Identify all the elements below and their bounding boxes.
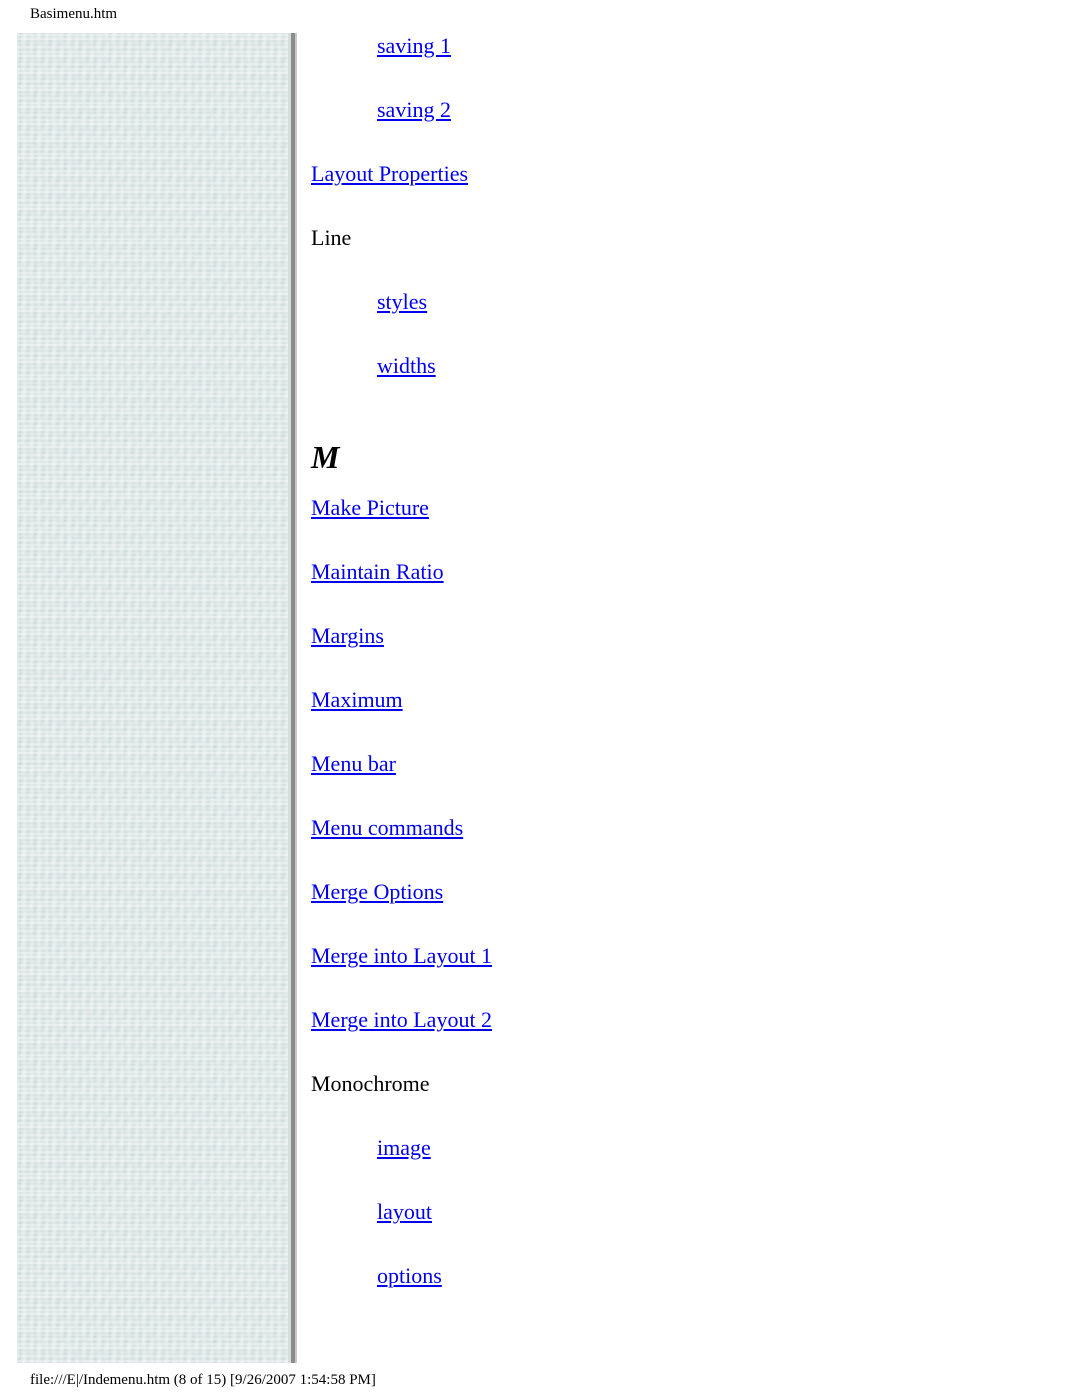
- index-entry-label: Line: [311, 225, 352, 250]
- index-entry-list: saving 1 saving 2 Layout Properties Line sty…: [311, 33, 1011, 1327]
- index-entry-monochrome: Monochrome: [311, 1071, 1011, 1135]
- index-entry-label[interactable]: Make Picture: [311, 495, 429, 520]
- index-entry-label: Monochrome: [311, 1071, 430, 1096]
- index-entry-label[interactable]: layout: [377, 1199, 432, 1224]
- page-header-filename: Basimenu.htm: [30, 6, 118, 22]
- index-entry-saving-1[interactable]: saving 1: [311, 33, 1011, 97]
- index-entry-label[interactable]: Maintain Ratio: [311, 559, 444, 584]
- decorative-texture-strip: [17, 33, 288, 1363]
- index-entry-label[interactable]: styles: [377, 289, 427, 314]
- index-entry-label[interactable]: Merge Options: [311, 879, 443, 904]
- index-entry-label[interactable]: widths: [377, 353, 436, 378]
- index-entry-label[interactable]: saving 1: [377, 33, 451, 58]
- page-footer-path: file:///E|/Indemenu.htm (8 of 15) [9/26/…: [30, 1372, 376, 1388]
- index-entry-label[interactable]: Merge into Layout 2: [311, 1007, 492, 1032]
- index-entry-label[interactable]: Merge into Layout 1: [311, 943, 492, 968]
- index-entry-widths[interactable]: widths: [311, 353, 1011, 417]
- index-entry-label[interactable]: saving 2: [377, 97, 451, 122]
- index-entry-menu-bar[interactable]: Menu bar: [311, 751, 1011, 815]
- index-entry-line: Line: [311, 225, 1011, 289]
- index-entry-layout[interactable]: layout: [311, 1199, 1011, 1263]
- index-letter-heading: M: [311, 439, 340, 475]
- index-entry-options[interactable]: options: [311, 1263, 1011, 1327]
- index-entry-merge-into-layout-1[interactable]: Merge into Layout 1: [311, 943, 1011, 1007]
- index-entry-label[interactable]: Menu bar: [311, 751, 396, 776]
- index-entry-label[interactable]: Maximum: [311, 687, 403, 712]
- index-entry-layout-properties[interactable]: Layout Properties: [311, 161, 1011, 225]
- index-entry-margins[interactable]: Margins: [311, 623, 1011, 687]
- index-group-before-heading: saving 1 saving 2 Layout Properties Line sty…: [311, 33, 1011, 417]
- index-entry-merge-into-layout-2[interactable]: Merge into Layout 2: [311, 1007, 1011, 1071]
- index-entry-menu-commands[interactable]: Menu commands: [311, 815, 1011, 879]
- index-entry-label[interactable]: image: [377, 1135, 431, 1160]
- index-entry-saving-2[interactable]: saving 2: [311, 97, 1011, 161]
- index-entry-image[interactable]: image: [311, 1135, 1011, 1199]
- index-entry-styles[interactable]: styles: [311, 289, 1011, 353]
- index-group-after-heading: Make Picture Maintain Ratio Margins Maximum…: [311, 495, 1011, 1327]
- decorative-strip-border: [288, 33, 297, 1363]
- index-entry-maintain-ratio[interactable]: Maintain Ratio: [311, 559, 1011, 623]
- index-entry-maximum[interactable]: Maximum: [311, 687, 1011, 751]
- index-entry-make-picture[interactable]: Make Picture: [311, 495, 1011, 559]
- index-entry-label[interactable]: Layout Properties: [311, 161, 468, 186]
- index-entry-label[interactable]: options: [377, 1263, 442, 1288]
- index-entry-label[interactable]: Menu commands: [311, 815, 463, 840]
- index-entry-merge-options[interactable]: Merge Options: [311, 879, 1011, 943]
- index-entry-label[interactable]: Margins: [311, 623, 384, 648]
